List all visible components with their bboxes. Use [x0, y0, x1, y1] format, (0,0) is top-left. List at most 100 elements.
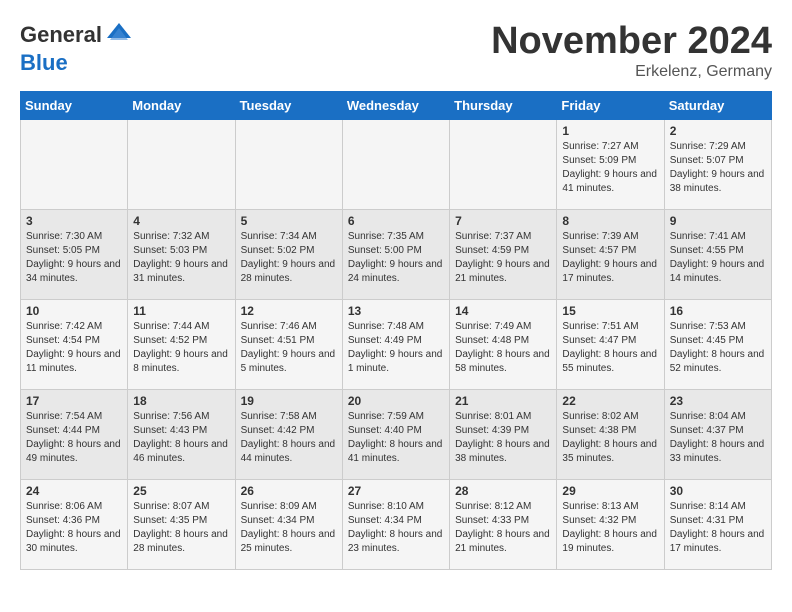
day-info: Sunrise: 7:49 AM Sunset: 4:48 PM Dayligh…	[455, 320, 551, 376]
calendar-cell	[21, 120, 128, 210]
day-info: Sunrise: 7:54 AM Sunset: 4:44 PM Dayligh…	[26, 410, 122, 466]
calendar-cell: 18Sunrise: 7:56 AM Sunset: 4:43 PM Dayli…	[128, 390, 235, 480]
day-number: 5	[241, 214, 337, 228]
calendar-cell: 5 Sunrise: 7:34 AM Sunset: 5:02 PM Daylig…	[235, 210, 342, 300]
calendar-cell: 13 Sunrise: 7:48 AM Sunset: 4:49 PM Dayli…	[342, 300, 449, 390]
calendar-cell: 23 Sunrise: 8:04 AM Sunset: 4:37 PM Dayli…	[664, 390, 771, 480]
calendar-cell: 19 Sunrise: 7:58 AM Sunset: 4:42 PM Dayli…	[235, 390, 342, 480]
calendar-cell: 17 Sunrise: 7:54 AM Sunset: 4:44 PM Dayli…	[21, 390, 128, 480]
calendar-cell: 30Sunrise: 8:14 AM Sunset: 4:31 PM Dayli…	[664, 480, 771, 570]
calendar-cell: 15 Sunrise: 7:51 AM Sunset: 4:47 PM Dayli…	[557, 300, 664, 390]
title-block: November 2024 Erkelenz, Germany	[491, 20, 772, 81]
calendar-cell: 28Sunrise: 8:12 AM Sunset: 4:33 PM Dayli…	[450, 480, 557, 570]
day-info: Sunrise: 8:07 AM Sunset: 4:35 PM Dayligh…	[133, 500, 229, 556]
calendar-cell: 3Sunrise: 7:30 AM Sunset: 5:05 PM Daylig…	[21, 210, 128, 300]
calendar-cell: 22 Sunrise: 8:02 AM Sunset: 4:38 PM Dayli…	[557, 390, 664, 480]
day-number: 17	[26, 394, 122, 408]
day-number: 15	[562, 304, 658, 318]
day-info: Sunrise: 7:32 AM Sunset: 5:03 PM Dayligh…	[133, 230, 229, 286]
day-number: 7	[455, 214, 551, 228]
page-container: General Blue November 2024 Erkelenz, Ger…	[0, 0, 792, 580]
calendar-week-1: 1 Sunrise: 7:27 AM Sunset: 5:09 PM Daylig…	[21, 120, 772, 210]
day-number: 6	[348, 214, 444, 228]
calendar-cell: 21 Sunrise: 8:01 AM Sunset: 4:39 PM Dayli…	[450, 390, 557, 480]
calendar-week-3: 10 Sunrise: 7:42 AM Sunset: 4:54 PM Dayli…	[21, 300, 772, 390]
logo: General Blue	[20, 20, 134, 76]
day-number: 9	[670, 214, 766, 228]
day-number: 13	[348, 304, 444, 318]
day-number: 22	[562, 394, 658, 408]
calendar-cell: 16Sunrise: 7:53 AM Sunset: 4:45 PM Dayli…	[664, 300, 771, 390]
col-tuesday: Tuesday	[235, 92, 342, 120]
calendar-cell: 7 Sunrise: 7:37 AM Sunset: 4:59 PM Daylig…	[450, 210, 557, 300]
day-number: 28	[455, 484, 551, 498]
col-monday: Monday	[128, 92, 235, 120]
logo-general-text: General	[20, 22, 102, 48]
day-info: Sunrise: 7:48 AM Sunset: 4:49 PM Dayligh…	[348, 320, 444, 376]
day-info: Sunrise: 7:58 AM Sunset: 4:42 PM Dayligh…	[241, 410, 337, 466]
day-info: Sunrise: 8:04 AM Sunset: 4:37 PM Dayligh…	[670, 410, 766, 466]
location-subtitle: Erkelenz, Germany	[491, 63, 772, 81]
day-number: 14	[455, 304, 551, 318]
calendar-cell: 10 Sunrise: 7:42 AM Sunset: 4:54 PM Dayli…	[21, 300, 128, 390]
day-info: Sunrise: 7:27 AM Sunset: 5:09 PM Dayligh…	[562, 140, 658, 196]
calendar-cell	[450, 120, 557, 210]
day-number: 29	[562, 484, 658, 498]
page-header: General Blue November 2024 Erkelenz, Ger…	[20, 20, 772, 81]
calendar-cell: 14 Sunrise: 7:49 AM Sunset: 4:48 PM Dayli…	[450, 300, 557, 390]
calendar-cell: 8 Sunrise: 7:39 AM Sunset: 4:57 PM Daylig…	[557, 210, 664, 300]
day-number: 1	[562, 124, 658, 138]
calendar-cell: 2Sunrise: 7:29 AM Sunset: 5:07 PM Daylig…	[664, 120, 771, 210]
calendar-cell: 9 Sunrise: 7:41 AM Sunset: 4:55 PM Daylig…	[664, 210, 771, 300]
day-number: 19	[241, 394, 337, 408]
calendar-cell: 12 Sunrise: 7:46 AM Sunset: 4:51 PM Dayli…	[235, 300, 342, 390]
day-info: Sunrise: 7:51 AM Sunset: 4:47 PM Dayligh…	[562, 320, 658, 376]
day-info: Sunrise: 8:06 AM Sunset: 4:36 PM Dayligh…	[26, 500, 122, 556]
calendar-body: 1 Sunrise: 7:27 AM Sunset: 5:09 PM Daylig…	[21, 120, 772, 570]
calendar-cell: 29 Sunrise: 8:13 AM Sunset: 4:32 PM Dayli…	[557, 480, 664, 570]
logo-blue-text: Blue	[20, 50, 68, 75]
day-number: 24	[26, 484, 122, 498]
day-info: Sunrise: 7:37 AM Sunset: 4:59 PM Dayligh…	[455, 230, 551, 286]
day-number: 10	[26, 304, 122, 318]
calendar-cell: 6 Sunrise: 7:35 AM Sunset: 5:00 PM Daylig…	[342, 210, 449, 300]
day-info: Sunrise: 7:39 AM Sunset: 4:57 PM Dayligh…	[562, 230, 658, 286]
day-number: 20	[348, 394, 444, 408]
calendar-week-5: 24 Sunrise: 8:06 AM Sunset: 4:36 PM Dayli…	[21, 480, 772, 570]
logo-icon	[104, 20, 134, 50]
day-number: 12	[241, 304, 337, 318]
day-number: 8	[562, 214, 658, 228]
day-info: Sunrise: 7:29 AM Sunset: 5:07 PM Dayligh…	[670, 140, 766, 196]
calendar-cell: 1 Sunrise: 7:27 AM Sunset: 5:09 PM Daylig…	[557, 120, 664, 210]
header-row: Sunday Monday Tuesday Wednesday Thursday…	[21, 92, 772, 120]
day-info: Sunrise: 8:10 AM Sunset: 4:34 PM Dayligh…	[348, 500, 444, 556]
day-info: Sunrise: 8:01 AM Sunset: 4:39 PM Dayligh…	[455, 410, 551, 466]
calendar-table: Sunday Monday Tuesday Wednesday Thursday…	[20, 91, 772, 570]
month-title: November 2024	[491, 20, 772, 63]
calendar-cell: 11Sunrise: 7:44 AM Sunset: 4:52 PM Dayli…	[128, 300, 235, 390]
day-info: Sunrise: 7:35 AM Sunset: 5:00 PM Dayligh…	[348, 230, 444, 286]
day-info: Sunrise: 7:53 AM Sunset: 4:45 PM Dayligh…	[670, 320, 766, 376]
day-info: Sunrise: 8:14 AM Sunset: 4:31 PM Dayligh…	[670, 500, 766, 556]
day-info: Sunrise: 7:46 AM Sunset: 4:51 PM Dayligh…	[241, 320, 337, 376]
day-number: 21	[455, 394, 551, 408]
day-info: Sunrise: 8:13 AM Sunset: 4:32 PM Dayligh…	[562, 500, 658, 556]
day-info: Sunrise: 7:44 AM Sunset: 4:52 PM Dayligh…	[133, 320, 229, 376]
calendar-cell	[128, 120, 235, 210]
calendar-cell: 26Sunrise: 8:09 AM Sunset: 4:34 PM Dayli…	[235, 480, 342, 570]
calendar-cell: 4Sunrise: 7:32 AM Sunset: 5:03 PM Daylig…	[128, 210, 235, 300]
day-info: Sunrise: 8:02 AM Sunset: 4:38 PM Dayligh…	[562, 410, 658, 466]
calendar-cell: 25 Sunrise: 8:07 AM Sunset: 4:35 PM Dayli…	[128, 480, 235, 570]
col-thursday: Thursday	[450, 92, 557, 120]
day-number: 18	[133, 394, 229, 408]
day-info: Sunrise: 7:42 AM Sunset: 4:54 PM Dayligh…	[26, 320, 122, 376]
col-sunday: Sunday	[21, 92, 128, 120]
day-info: Sunrise: 7:34 AM Sunset: 5:02 PM Dayligh…	[241, 230, 337, 286]
day-number: 26	[241, 484, 337, 498]
calendar-week-2: 3Sunrise: 7:30 AM Sunset: 5:05 PM Daylig…	[21, 210, 772, 300]
day-number: 23	[670, 394, 766, 408]
day-number: 25	[133, 484, 229, 498]
col-wednesday: Wednesday	[342, 92, 449, 120]
day-info: Sunrise: 7:41 AM Sunset: 4:55 PM Dayligh…	[670, 230, 766, 286]
calendar-header: Sunday Monday Tuesday Wednesday Thursday…	[21, 92, 772, 120]
